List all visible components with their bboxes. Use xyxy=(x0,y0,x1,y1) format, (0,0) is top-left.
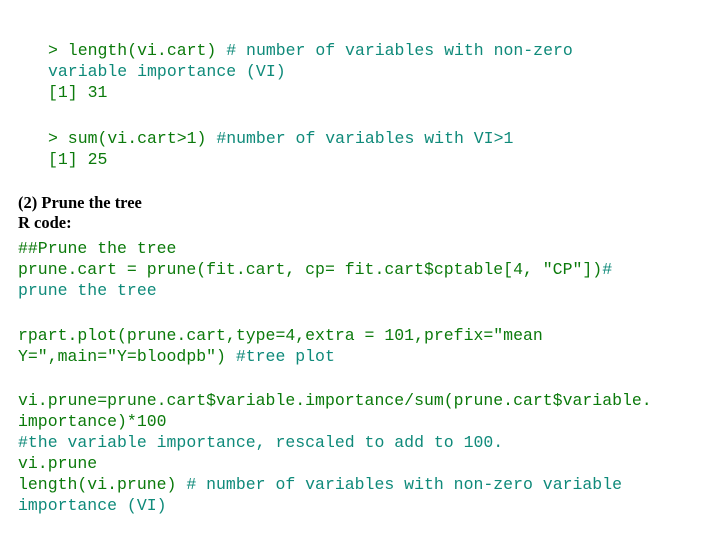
code-line: prune.cart = prune(fit.cart, cp= fit.car… xyxy=(18,259,712,280)
code-line: #the variable importance, rescaled to ad… xyxy=(18,432,718,453)
code-line: importance)*100 xyxy=(18,411,718,432)
code-line: length(vi.prune) # number of variables w… xyxy=(18,474,718,495)
code-line: > length(vi.cart) # number of variables … xyxy=(48,40,688,61)
slide-page: > length(vi.cart) # number of variables … xyxy=(0,0,720,540)
code-run: [1] 25 xyxy=(48,150,107,169)
code-run: # number of variables with non-zero vari… xyxy=(186,475,622,494)
code-run: ##Prune the tree xyxy=(18,239,176,258)
code-run: length(vi.prune) xyxy=(18,475,186,494)
code-run: #number of variables with VI>1 xyxy=(216,129,513,148)
code-run: importance)*100 xyxy=(18,412,167,431)
code-line: importance (VI) xyxy=(18,495,718,516)
code-line: > sum(vi.cart>1) #number of variables wi… xyxy=(48,128,688,149)
code-block-vi-prune: vi.prune=prune.cart$variable.importance/… xyxy=(18,390,718,516)
code-line: rpart.plot(prune.cart,type=4,extra = 101… xyxy=(18,325,712,346)
code-line: vi.prune xyxy=(18,453,718,474)
code-run: > length(vi.cart) xyxy=(48,41,226,60)
code-run: # number of variables with non-zero xyxy=(226,41,573,60)
code-line: vi.prune=prune.cart$variable.importance/… xyxy=(18,390,718,411)
code-line: variable importance (VI) xyxy=(48,61,688,82)
code-run: #the variable importance, rescaled to ad… xyxy=(18,433,503,452)
code-run: vi.prune xyxy=(18,454,97,473)
code-line: ##Prune the tree xyxy=(18,238,712,259)
section-heading: (2) Prune the tree xyxy=(18,193,708,213)
prune-tree-heading: (2) Prune the tree R code: xyxy=(18,193,708,233)
code-line: Y=",main="Y=bloodpb") #tree plot xyxy=(18,346,712,367)
code-run: Y=",main="Y=bloodpb") xyxy=(18,347,236,366)
code-run: prune.cart = prune(fit.cart, cp= fit.car… xyxy=(18,260,602,279)
console-block-sum-vi-cart: > sum(vi.cart>1) #number of variables wi… xyxy=(48,128,688,170)
code-block-rpart-plot: rpart.plot(prune.cart,type=4,extra = 101… xyxy=(18,325,712,367)
code-run: prune the tree xyxy=(18,281,157,300)
code-block-prune: ##Prune the tree prune.cart = prune(fit.c… xyxy=(18,238,712,301)
code-run: #tree plot xyxy=(236,347,335,366)
code-run: variable importance (VI) xyxy=(48,62,286,81)
code-line: prune the tree xyxy=(18,280,712,301)
code-run: vi.prune=prune.cart$variable.importance/… xyxy=(18,391,652,410)
code-run: [1] 31 xyxy=(48,83,107,102)
code-run: > sum(vi.cart>1) xyxy=(48,129,216,148)
code-run: importance (VI) xyxy=(18,496,167,515)
code-run: # xyxy=(602,260,612,279)
section-subheading: R code: xyxy=(18,213,708,233)
code-run: rpart.plot(prune.cart,type=4,extra = 101… xyxy=(18,326,543,345)
code-line: [1] 25 xyxy=(48,149,688,170)
code-line: [1] 31 xyxy=(48,82,688,103)
console-block-length-vi-cart: > length(vi.cart) # number of variables … xyxy=(48,40,688,103)
